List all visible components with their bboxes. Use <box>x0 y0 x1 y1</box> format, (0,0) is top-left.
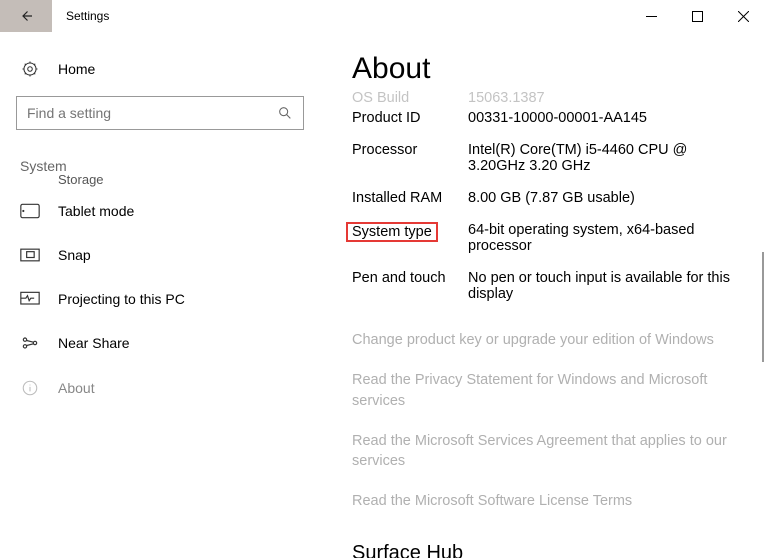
near-share-icon <box>20 335 40 351</box>
spec-label: Processor <box>352 142 468 174</box>
home-label: Home <box>58 61 95 77</box>
scrollbar[interactable] <box>762 252 764 362</box>
sidebar-item-near-share[interactable]: Near Share <box>16 321 304 365</box>
snap-icon <box>20 248 40 262</box>
sidebar-item-label: Projecting to this PC <box>58 291 185 307</box>
main-content: About OS Build 15063.1387 Product ID0033… <box>320 32 766 558</box>
spec-row: ProcessorIntel(R) Core(TM) i5-4460 CPU @… <box>352 134 742 182</box>
spec-row: Product ID00331-10000-00001-AA145 <box>352 102 742 134</box>
sidebar-item-label: Near Share <box>58 335 130 351</box>
spec-value: No pen or touch input is available for t… <box>468 270 742 302</box>
spec-value: Intel(R) Core(TM) i5-4460 CPU @ 3.20GHz … <box>468 142 742 174</box>
page-title: About <box>352 52 742 86</box>
spec-value: 8.00 GB (7.87 GB usable) <box>468 190 643 206</box>
sidebar-item-label: Tablet mode <box>58 203 134 219</box>
sidebar-item-tablet-mode[interactable]: Tablet mode <box>16 189 304 233</box>
settings-link[interactable]: Read the Microsoft Services Agreement th… <box>352 421 742 482</box>
maximize-button[interactable] <box>674 0 720 32</box>
spec-row: System type64-bit operating system, x64-… <box>352 214 742 262</box>
spec-value: 15063.1387 <box>468 90 553 102</box>
sidebar-item-label: About <box>58 380 95 396</box>
sidebar-item-snap[interactable]: Snap <box>16 233 304 277</box>
sidebar-item-projecting[interactable]: Projecting to this PC <box>16 277 304 321</box>
search-input[interactable] <box>27 105 277 121</box>
sidebar: Home System Storage Tablet mode Snap <box>0 32 320 558</box>
arrow-left-icon <box>17 7 35 25</box>
home-nav[interactable]: Home <box>16 52 304 96</box>
spec-label: Product ID <box>352 110 468 126</box>
spec-value: 64-bit operating system, x64-based proce… <box>468 222 742 254</box>
window-controls <box>628 0 766 32</box>
spec-value: 00331-10000-00001-AA145 <box>468 110 655 126</box>
section-surface-hub: Surface Hub <box>352 542 742 558</box>
sidebar-item-truncated[interactable]: Storage <box>16 172 304 187</box>
spec-row: Installed RAM8.00 GB (7.87 GB usable) <box>352 182 742 214</box>
projecting-icon <box>20 291 40 307</box>
search-icon <box>277 105 293 121</box>
back-button[interactable] <box>0 0 52 32</box>
minimize-button[interactable] <box>628 0 674 32</box>
sidebar-item-about[interactable]: About <box>16 365 304 411</box>
spec-row: Pen and touchNo pen or touch input is av… <box>352 262 742 310</box>
titlebar: Settings <box>0 0 766 32</box>
sidebar-item-label: Snap <box>58 247 91 263</box>
minimize-icon <box>646 11 657 22</box>
spec-label: OS Build <box>352 90 468 102</box>
app-title: Settings <box>52 9 109 23</box>
close-button[interactable] <box>720 0 766 32</box>
home-icon <box>20 60 40 78</box>
maximize-icon <box>692 11 703 22</box>
spec-row-osbuild: OS Build 15063.1387 <box>352 90 742 102</box>
settings-link[interactable]: Change product key or upgrade your editi… <box>352 320 742 360</box>
close-icon <box>738 11 749 22</box>
spec-label: Pen and touch <box>352 270 468 302</box>
settings-link[interactable]: Read the Privacy Statement for Windows a… <box>352 360 742 421</box>
spec-label: Installed RAM <box>352 190 468 206</box>
spec-label: System type <box>352 222 468 254</box>
search-box[interactable] <box>16 96 304 130</box>
tablet-icon <box>20 203 40 219</box>
settings-link[interactable]: Read the Microsoft Software License Term… <box>352 481 742 521</box>
info-icon <box>20 379 40 397</box>
